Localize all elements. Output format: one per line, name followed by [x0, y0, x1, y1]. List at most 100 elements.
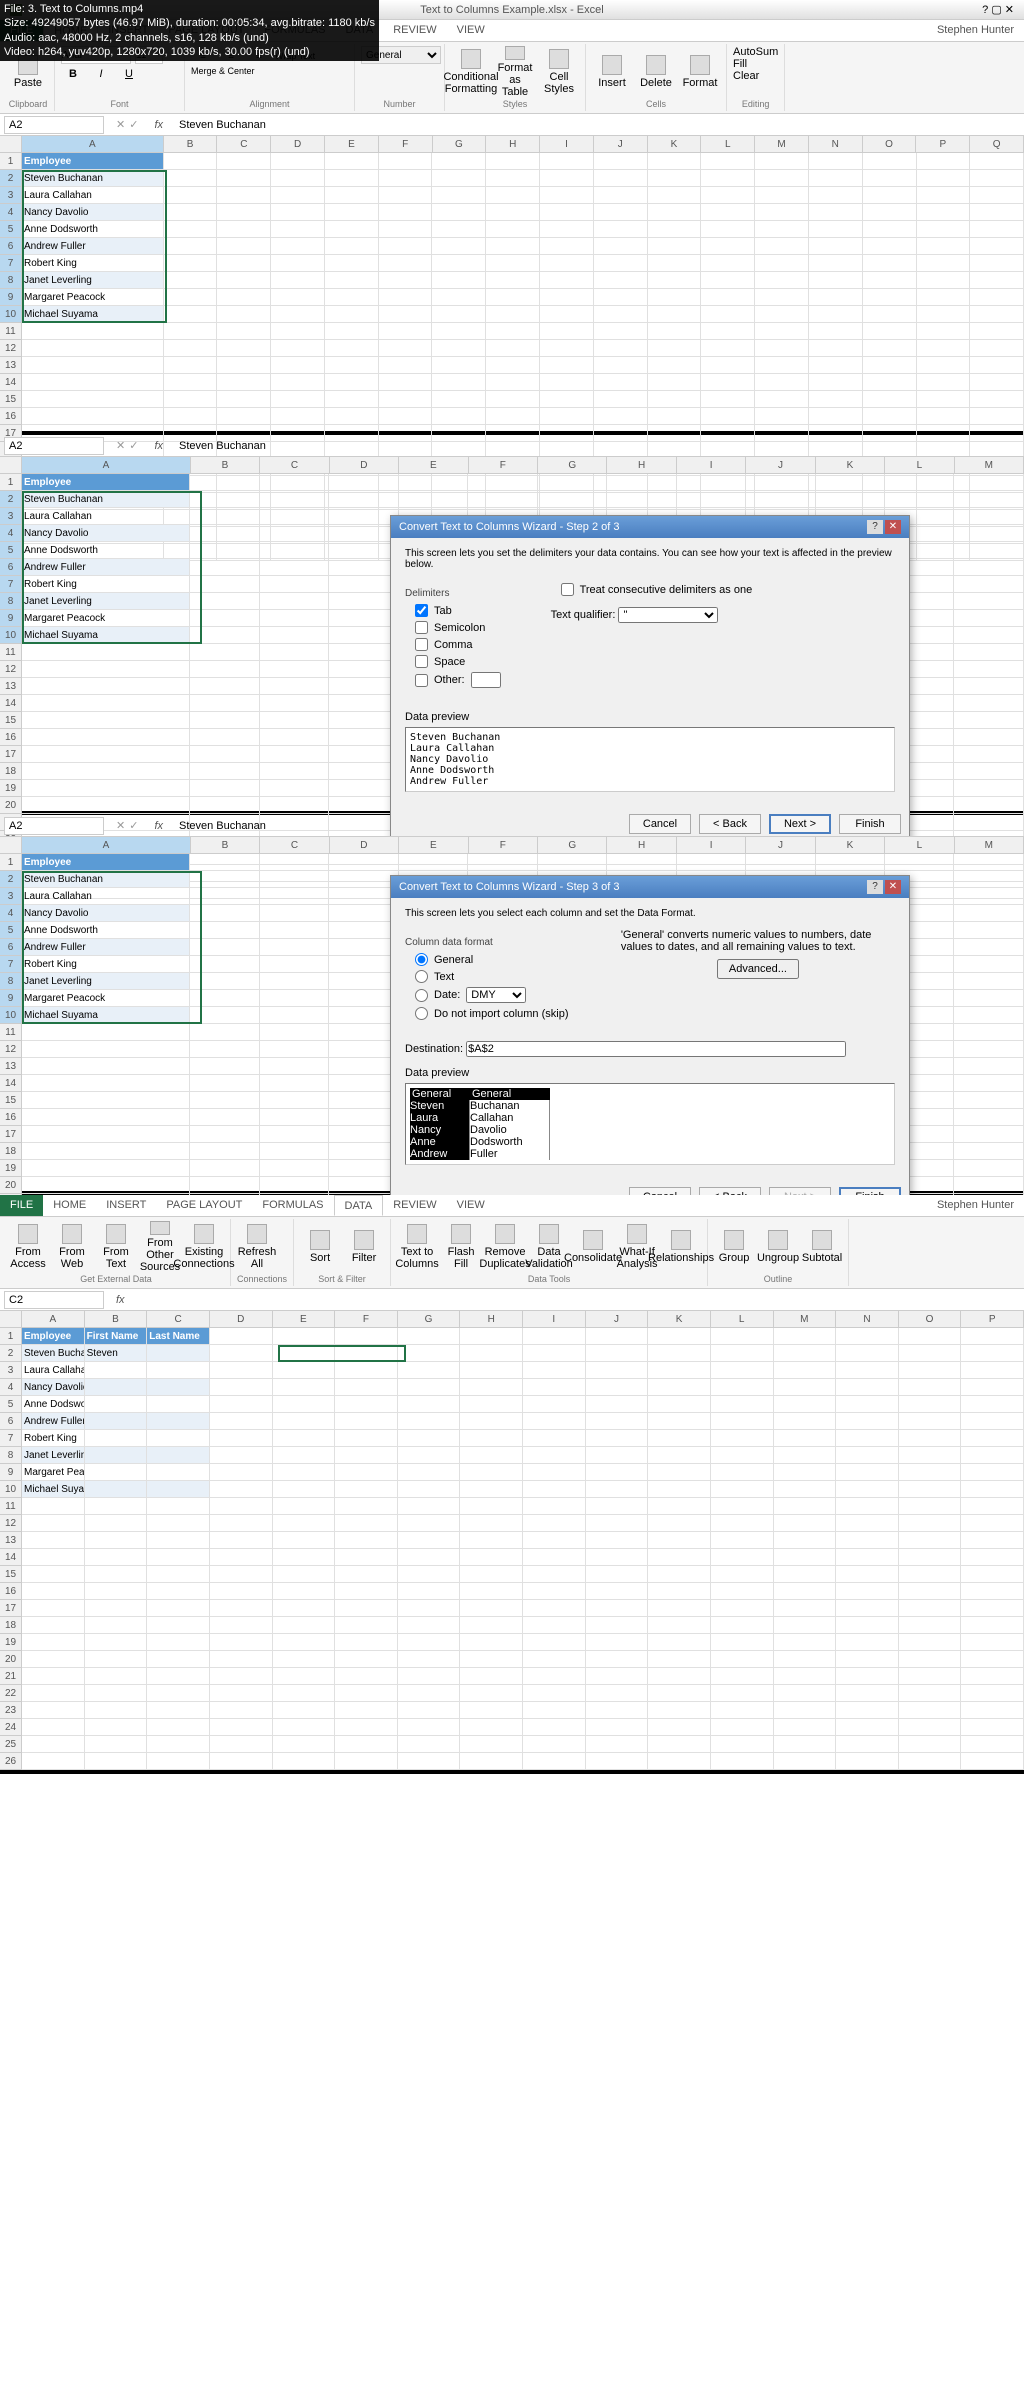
cell[interactable]: [594, 204, 648, 221]
cell[interactable]: [774, 1481, 837, 1498]
cell[interactable]: [954, 695, 1023, 712]
cell[interactable]: [147, 1498, 210, 1515]
merge-center[interactable]: Merge & Center: [191, 66, 255, 76]
cell[interactable]: [954, 491, 1023, 508]
cell[interactable]: [22, 1515, 85, 1532]
cell[interactable]: Steven Buchanan: [22, 1345, 85, 1362]
cell[interactable]: [164, 357, 218, 374]
cell[interactable]: Anne Dodsworth: [22, 542, 190, 559]
cell[interactable]: [190, 1007, 259, 1024]
cell[interactable]: [816, 491, 885, 508]
row-header[interactable]: 11: [0, 644, 21, 661]
cell[interactable]: [594, 391, 648, 408]
cell[interactable]: [836, 1362, 899, 1379]
cell[interactable]: [335, 1549, 398, 1566]
col-header[interactable]: H: [607, 457, 676, 473]
col-header[interactable]: D: [330, 837, 399, 853]
cell[interactable]: [486, 289, 540, 306]
col-header[interactable]: P: [961, 1311, 1024, 1327]
cell[interactable]: [954, 1092, 1023, 1109]
cell[interactable]: [970, 408, 1024, 425]
cell[interactable]: [460, 1396, 523, 1413]
cell[interactable]: [217, 204, 271, 221]
cell[interactable]: [809, 170, 863, 187]
cell[interactable]: [22, 357, 164, 374]
cell[interactable]: [260, 474, 329, 491]
cell[interactable]: [774, 1413, 837, 1430]
cell[interactable]: [607, 491, 676, 508]
cell[interactable]: [460, 1549, 523, 1566]
cell[interactable]: [85, 1515, 148, 1532]
row-header[interactable]: 7: [0, 1430, 21, 1447]
cell[interactable]: [271, 238, 325, 255]
cell[interactable]: [210, 1583, 273, 1600]
row-header[interactable]: 1: [0, 474, 21, 491]
cell[interactable]: [648, 238, 702, 255]
cell[interactable]: [586, 1566, 649, 1583]
cell[interactable]: [701, 238, 755, 255]
enter-formula-icon[interactable]: ✓: [129, 118, 138, 131]
cell[interactable]: [961, 1651, 1024, 1668]
cell[interactable]: [164, 408, 218, 425]
row-header[interactable]: 18: [0, 763, 21, 780]
cell[interactable]: [260, 678, 329, 695]
cell[interactable]: [961, 1617, 1024, 1634]
cell[interactable]: [648, 255, 702, 272]
close-icon[interactable]: ✕: [885, 880, 901, 894]
cell[interactable]: [22, 695, 190, 712]
cell[interactable]: [468, 854, 537, 871]
cell[interactable]: [648, 306, 702, 323]
fx-icon[interactable]: fx: [146, 440, 171, 452]
cell[interactable]: [594, 187, 648, 204]
cell[interactable]: [711, 1668, 774, 1685]
cell[interactable]: [809, 306, 863, 323]
cell[interactable]: [22, 797, 190, 814]
cell[interactable]: [836, 1515, 899, 1532]
cell[interactable]: [523, 1566, 586, 1583]
cell[interactable]: [755, 238, 809, 255]
cell[interactable]: [260, 1177, 329, 1194]
row-header[interactable]: 13: [0, 357, 21, 374]
cell[interactable]: [398, 1651, 461, 1668]
col-header[interactable]: C: [147, 1311, 210, 1327]
row-header[interactable]: 16: [0, 1583, 21, 1600]
delim-comma[interactable]: Comma: [405, 637, 511, 652]
cell[interactable]: [273, 1498, 336, 1515]
sort-button[interactable]: Sort: [300, 1221, 340, 1273]
cell[interactable]: [329, 1024, 398, 1041]
cell[interactable]: [486, 323, 540, 340]
cell[interactable]: [210, 1651, 273, 1668]
cell[interactable]: [329, 763, 398, 780]
cell[interactable]: [836, 1396, 899, 1413]
cell[interactable]: Robert King: [22, 576, 190, 593]
cell[interactable]: [190, 1058, 259, 1075]
cell[interactable]: [836, 1736, 899, 1753]
cell[interactable]: [954, 1041, 1023, 1058]
row-header[interactable]: 17: [0, 746, 21, 763]
name-box[interactable]: [4, 817, 104, 835]
cell[interactable]: [85, 1379, 148, 1396]
cell[interactable]: [961, 1668, 1024, 1685]
cell[interactable]: [335, 1447, 398, 1464]
col-header[interactable]: H: [486, 136, 540, 152]
row-header[interactable]: 20: [0, 797, 21, 814]
cell[interactable]: [335, 1583, 398, 1600]
cell[interactable]: [648, 1532, 711, 1549]
cell[interactable]: [774, 1362, 837, 1379]
cell[interactable]: [594, 340, 648, 357]
cell[interactable]: [325, 289, 379, 306]
row-header[interactable]: 11: [0, 1498, 21, 1515]
cell[interactable]: [711, 1753, 774, 1770]
col-header[interactable]: K: [648, 1311, 711, 1327]
cell[interactable]: [809, 323, 863, 340]
col-header[interactable]: I: [677, 457, 746, 473]
fx-icon[interactable]: fx: [146, 820, 171, 832]
cell[interactable]: [774, 1634, 837, 1651]
cell[interactable]: [379, 170, 433, 187]
cell[interactable]: [164, 204, 218, 221]
cell[interactable]: [190, 610, 259, 627]
cell[interactable]: [954, 474, 1023, 491]
cell[interactable]: [190, 1143, 259, 1160]
col-header[interactable]: J: [746, 837, 815, 853]
cell[interactable]: [523, 1362, 586, 1379]
